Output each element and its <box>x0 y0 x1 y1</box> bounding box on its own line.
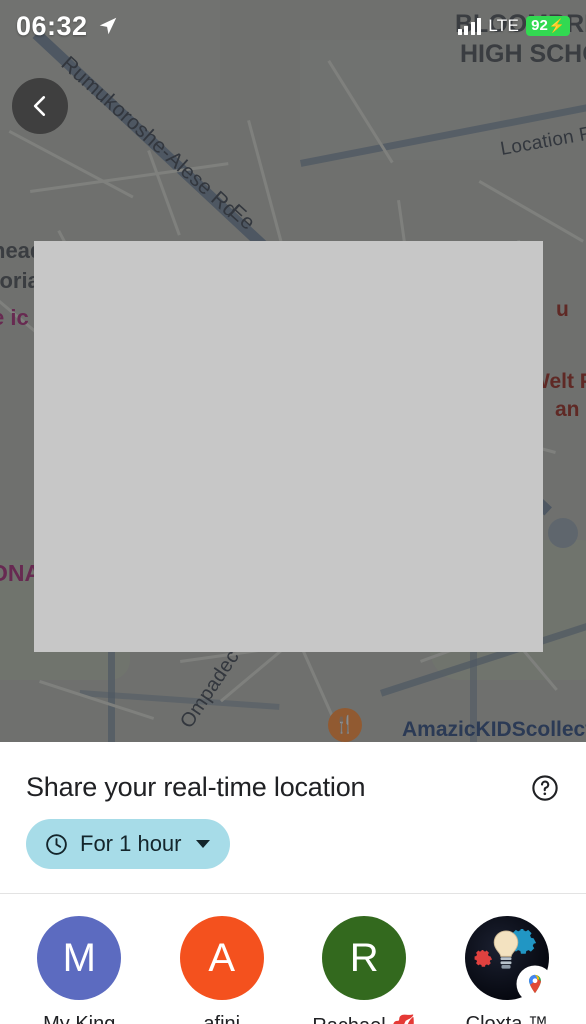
battery-level: 92 <box>531 17 548 34</box>
list-item[interactable]: R Rachael 💋 <box>293 916 436 1024</box>
navigation-arrow-icon <box>99 17 116 35</box>
avatar: R <box>322 916 407 1000</box>
share-location-sheet: Share your real-time location For 1 hour <box>0 742 586 1024</box>
status-bar: 06:32 LTE 92 ⚡ <box>0 0 586 52</box>
avatar-initial: A <box>208 935 236 980</box>
restaurant-icon[interactable]: 🍴 <box>328 708 362 742</box>
lightbulb-icon <box>493 930 519 969</box>
page-title: Share your real-time location <box>26 772 366 802</box>
list-item[interactable]: M My King <box>8 916 151 1024</box>
avatar: A <box>179 916 264 1000</box>
contact-name: Rachael 💋 <box>312 1013 416 1024</box>
sheet-header: Share your real-time location <box>0 742 586 803</box>
contact-name: Cloxta ™ <box>465 1013 548 1024</box>
contact-share-list: M My King A afini R Rachael 💋 <box>0 894 586 1024</box>
battery-badge: 92 ⚡ <box>526 16 570 36</box>
avatar: M <box>37 916 122 1000</box>
help-circle-icon[interactable] <box>530 773 560 803</box>
avatar <box>464 916 552 1001</box>
app-screen: Rumukoroshe-Alese Rd Location Ro BLOOMBR… <box>0 0 586 1024</box>
map-label-pink-eic: e ic <box>0 305 29 330</box>
list-item[interactable]: Cloxta ™ <box>436 916 579 1024</box>
battery-charging-icon: ⚡ <box>548 18 565 33</box>
poi-marker-secondary[interactable] <box>548 518 578 548</box>
map-label-u: u <box>556 298 569 321</box>
status-bar-right: LTE 92 ⚡ <box>457 16 570 36</box>
list-item[interactable]: A afini <box>151 916 294 1024</box>
redacted-map-region <box>34 241 543 652</box>
duration-chip-label: For 1 hour <box>80 831 182 856</box>
avatar-initial: M <box>62 935 96 980</box>
back-button[interactable] <box>12 78 68 134</box>
duration-chip-row: For 1 hour <box>0 803 586 869</box>
map-label-amazickids: AmazicKIDScollectio <box>402 718 586 741</box>
clock-icon <box>46 833 67 855</box>
google-maps-badge-icon <box>517 967 552 1001</box>
chevron-left-icon <box>33 96 46 116</box>
status-bar-left: 06:32 <box>16 11 119 42</box>
contact-name: My King <box>43 1013 116 1024</box>
signal-bars-icon <box>457 17 482 35</box>
restaurant-glyph: 🍴 <box>334 715 356 734</box>
duration-selector-chip[interactable]: For 1 hour <box>26 819 230 869</box>
contact-name: afini <box>203 1013 241 1024</box>
status-time: 06:32 <box>16 10 88 41</box>
gear-small-icon <box>474 950 492 967</box>
chevron-down-icon <box>195 840 210 848</box>
map-label-welt-line2: an <box>555 398 580 421</box>
map-label-location-rd: Location Ro <box>498 121 586 160</box>
network-type-label: LTE <box>488 16 520 35</box>
avatar-initial: R <box>349 935 379 980</box>
